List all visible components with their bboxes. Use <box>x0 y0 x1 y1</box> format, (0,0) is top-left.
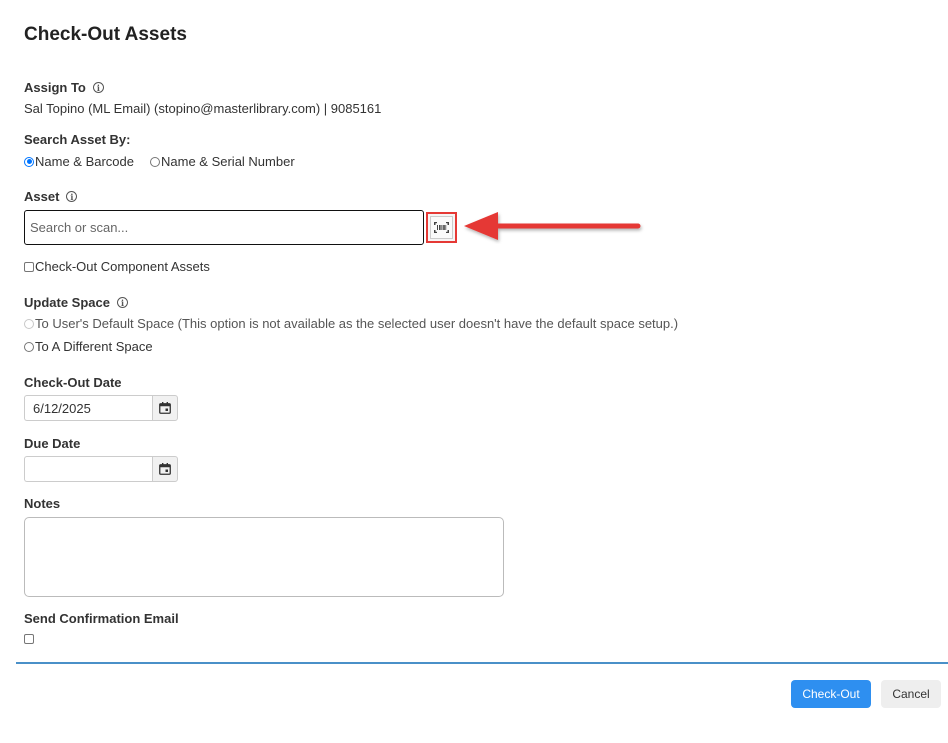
radio-button[interactable] <box>150 156 160 167</box>
barcode-scan-icon <box>430 216 453 239</box>
radio-button[interactable] <box>24 156 34 167</box>
component-assets-checkbox[interactable] <box>24 261 34 272</box>
confirmation-email-label: Send Confirmation Email <box>24 611 179 626</box>
cancel-button[interactable]: Cancel <box>881 680 941 708</box>
info-icon[interactable]: i <box>92 82 104 93</box>
due-date-picker <box>24 456 178 482</box>
radio-default-space-option: To User's Default Space (This option is … <box>24 316 678 331</box>
info-icon[interactable]: i <box>116 297 128 308</box>
assign-to-label: Assign To i <box>24 80 104 95</box>
confirmation-email-checkbox-row[interactable] <box>24 634 35 644</box>
page-title: Check-Out Assets <box>24 24 187 45</box>
asset-label: Asset i <box>24 189 78 204</box>
search-by-label: Search Asset By: <box>24 132 131 147</box>
component-assets-checkbox-row[interactable]: Check-Out Component Assets <box>24 259 210 274</box>
due-date-label: Due Date <box>24 436 81 451</box>
due-date-input[interactable] <box>24 456 152 482</box>
radio-name-serial[interactable]: Name & Serial Number <box>150 154 295 169</box>
calendar-icon <box>159 463 171 475</box>
due-date-calendar-button[interactable] <box>152 456 178 482</box>
search-by-options: Name & Barcode Name & Serial Number <box>24 154 311 169</box>
footer-divider <box>16 662 948 664</box>
checkout-date-picker <box>24 395 178 421</box>
info-icon[interactable]: i <box>66 191 78 202</box>
radio-name-barcode[interactable]: Name & Barcode <box>24 154 134 169</box>
calendar-icon <box>159 402 171 414</box>
notes-textarea[interactable] <box>24 517 504 597</box>
radio-different-space-option[interactable]: To A Different Space <box>24 339 153 354</box>
checkout-date-label: Check-Out Date <box>24 375 122 390</box>
barcode-scan-button[interactable] <box>426 212 457 243</box>
radio-button[interactable] <box>24 341 34 352</box>
checkout-button[interactable]: Check-Out <box>791 680 871 708</box>
notes-label: Notes <box>24 496 61 511</box>
checkout-date-calendar-button[interactable] <box>152 395 178 421</box>
checkout-date-input[interactable] <box>24 395 152 421</box>
update-space-label: Update Space i <box>24 295 128 310</box>
asset-search-input[interactable] <box>24 210 424 245</box>
radio-default-space: To User's Default Space (This option is … <box>24 316 694 331</box>
annotation-arrow-icon <box>464 212 641 240</box>
radio-different-space[interactable]: To A Different Space <box>24 339 169 354</box>
assign-to-value: Sal Topino (ML Email) (stopino@masterlib… <box>24 101 382 116</box>
radio-button <box>24 318 34 329</box>
confirmation-email-checkbox[interactable] <box>24 634 34 644</box>
